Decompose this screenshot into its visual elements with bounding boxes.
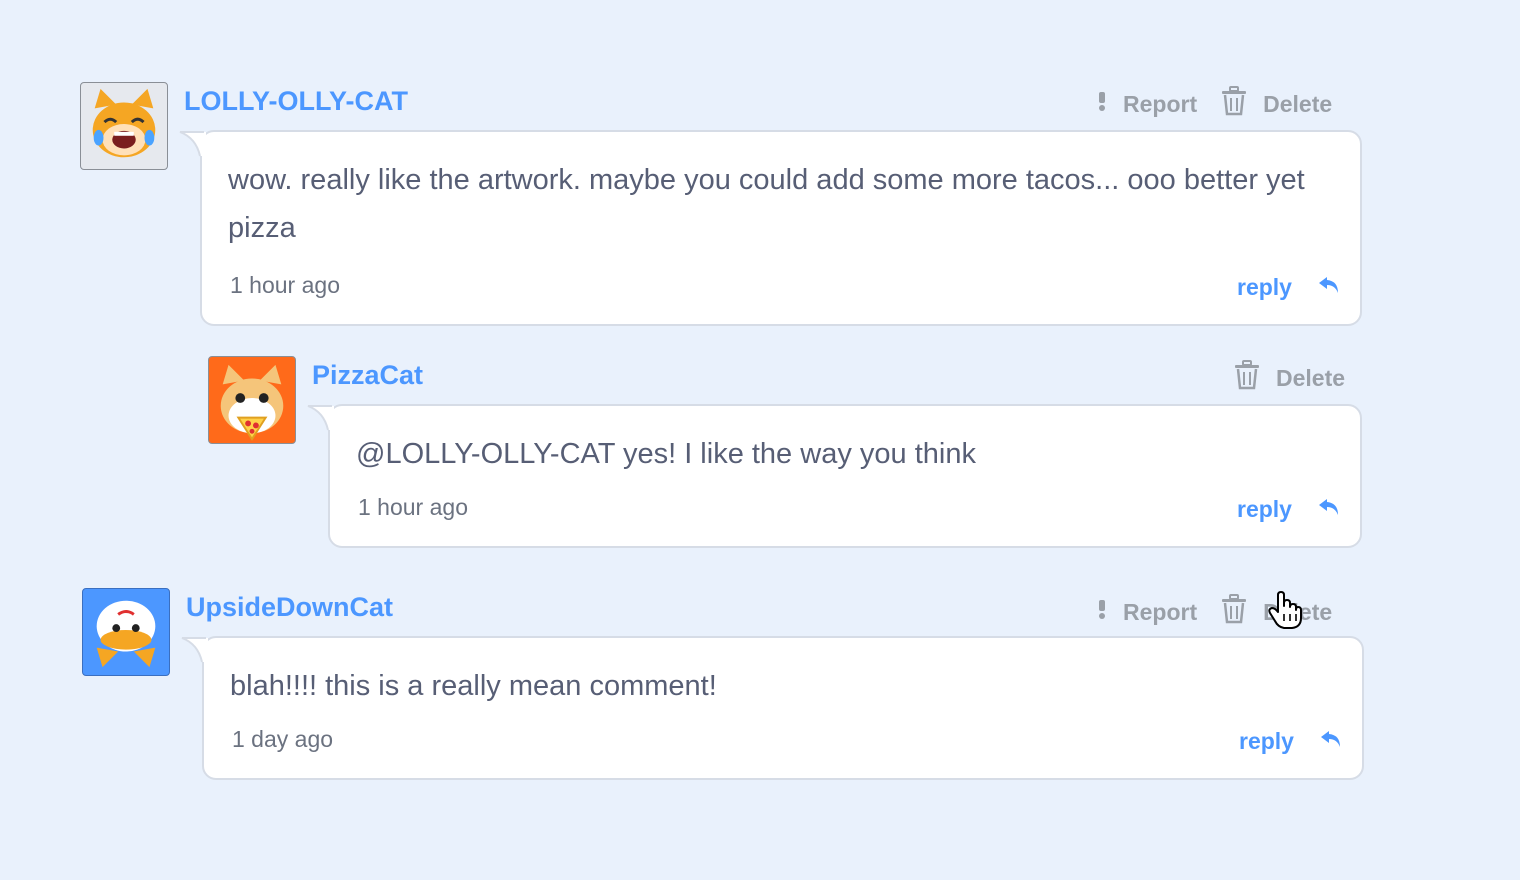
delete-label: Delete <box>1263 90 1333 117</box>
pizza-cat-icon <box>220 364 284 441</box>
username[interactable]: LOLLY-OLLY-CAT <box>184 86 408 117</box>
report-label: Report <box>1123 90 1198 117</box>
delete-label: Delete <box>1276 364 1346 391</box>
laughing-cat-icon <box>92 88 156 158</box>
reply-arrow-icon <box>1318 274 1340 301</box>
reply-arrow-icon <box>1320 728 1342 755</box>
avatar[interactable] <box>80 82 168 170</box>
reply-arrow-icon <box>1318 496 1340 523</box>
username[interactable]: PizzaCat <box>312 360 423 391</box>
delete-label: Delete <box>1263 598 1333 625</box>
report-button[interactable]: Report <box>1097 90 1197 118</box>
reply-label: reply <box>1237 274 1292 300</box>
reply-button[interactable]: reply <box>1237 496 1340 523</box>
reply-button[interactable]: reply <box>1237 274 1340 301</box>
report-button[interactable]: Report <box>1097 598 1197 626</box>
avatar[interactable] <box>82 588 170 676</box>
comment-text: blah!!!! this is a really mean comment! <box>230 670 717 702</box>
bubble-tail <box>181 637 208 663</box>
reply-label: reply <box>1239 728 1294 754</box>
avatar[interactable] <box>208 356 296 444</box>
trash-icon <box>1221 86 1247 122</box>
bubble-tail <box>179 131 206 157</box>
delete-button[interactable]: Delete <box>1234 360 1345 396</box>
trash-icon <box>1221 594 1247 630</box>
comment-actions: Report Delete <box>1097 86 1332 122</box>
timestamp: 1 day ago <box>232 726 334 752</box>
comment-text: wow. really like the artwork. maybe you … <box>228 164 1305 244</box>
username[interactable]: UpsideDownCat <box>186 592 393 623</box>
reply-label: reply <box>1237 496 1292 522</box>
delete-button[interactable]: Delete <box>1221 594 1332 630</box>
comment-bubble: blah!!!! this is a really mean comment! … <box>181 636 1364 780</box>
comment-actions: Delete <box>1234 360 1345 396</box>
comment-bubble: @LOLLY-OLLY-CAT yes! I like the way you … <box>307 404 1362 548</box>
reply-button[interactable]: reply <box>1239 728 1342 755</box>
exclamation-icon <box>1097 598 1107 626</box>
timestamp: 1 hour ago <box>230 272 340 298</box>
comment-actions: Report Delete <box>1097 594 1332 630</box>
trash-icon <box>1234 360 1260 396</box>
comment-text: @LOLLY-OLLY-CAT yes! I like the way you … <box>356 438 976 470</box>
delete-button[interactable]: Delete <box>1221 86 1332 122</box>
upside-down-cat-icon <box>96 600 156 668</box>
comment-bubble: wow. really like the artwork. maybe you … <box>179 130 1362 326</box>
exclamation-icon <box>1097 90 1107 118</box>
timestamp: 1 hour ago <box>358 494 468 520</box>
report-label: Report <box>1123 598 1198 625</box>
bubble-tail <box>307 405 334 431</box>
